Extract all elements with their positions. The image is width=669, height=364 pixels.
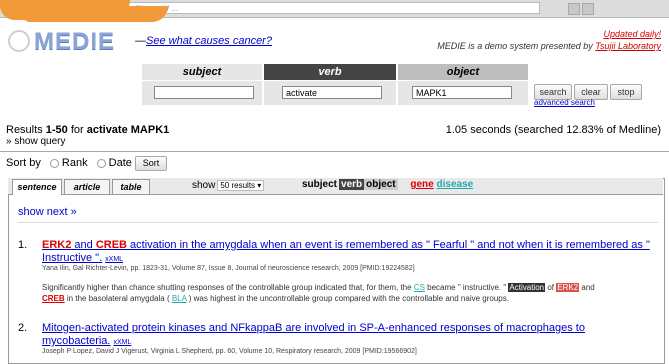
result-number: 1. xyxy=(18,239,28,251)
gene-erk2[interactable]: ERK2 xyxy=(42,239,71,251)
legend-subject: subject xyxy=(300,179,340,190)
color-legend: subject verb object gene disease xyxy=(300,179,473,190)
verb-input[interactable]: activate xyxy=(282,86,382,99)
rank-label: Rank xyxy=(61,157,88,169)
updated-link[interactable]: Updated daily! xyxy=(603,29,661,39)
tab-table[interactable]: table xyxy=(112,179,150,194)
disease-cs[interactable]: CS xyxy=(414,283,425,292)
results-for: for xyxy=(67,124,87,136)
result-number: 2. xyxy=(18,322,28,334)
sort-controls: Sort by Rank Date xyxy=(6,157,132,169)
logo[interactable]: MEDIE xyxy=(34,28,115,56)
results-prefix: Results xyxy=(6,124,46,136)
result-meta: Joseph P Lopez, David J Vigerust, Virgin… xyxy=(42,348,417,355)
snippet-text: Significantly higher than chance shuttin… xyxy=(42,283,414,292)
show-label: show xyxy=(192,180,216,191)
result-title[interactable]: ERK2 and CREB activation in the amygdala… xyxy=(42,239,652,266)
sort-label: Sort by xyxy=(6,157,41,169)
snippet-text: in the basolateral amygdala ( xyxy=(64,294,172,303)
demo-text: MEDIE is a demo system presented by xyxy=(437,41,593,51)
date-radio[interactable] xyxy=(96,158,106,168)
result-meta: Yana Ilin, Gal Richter-Levin, pp. 1823-3… xyxy=(42,265,415,272)
divider xyxy=(18,222,658,223)
show-select-value: 50 results xyxy=(220,181,256,190)
snippet-text: ) was highest in the uncontrollable grou… xyxy=(186,294,509,303)
subject-cell xyxy=(142,81,262,105)
lab-link[interactable]: Tsujii Laboratory xyxy=(595,41,661,51)
cloud-text xyxy=(12,2,16,16)
legend-object: object xyxy=(364,179,398,190)
site-header: MEDIE — See what causes cancer? Updated … xyxy=(0,18,669,58)
advanced-search-link[interactable]: advanced search xyxy=(534,98,595,107)
rank-radio[interactable] xyxy=(49,158,59,168)
result-snippet: Significantly higher than chance shuttin… xyxy=(42,282,652,304)
gene-creb[interactable]: CREB xyxy=(96,239,127,251)
results-query: activate MAPK1 xyxy=(86,124,170,136)
see-what-link[interactable]: See what causes cancer? xyxy=(146,35,272,47)
snippet-text: and xyxy=(579,283,595,292)
title-and: and xyxy=(71,239,96,251)
snippet-text: of xyxy=(545,283,557,292)
cloud-decoration xyxy=(0,0,130,20)
verb-header: verb xyxy=(264,64,396,80)
search-timing: 1.05 seconds (searched 12.83% of Medline… xyxy=(445,124,661,136)
sort-button[interactable]: Sort xyxy=(135,156,167,171)
object-input[interactable]: MAPK1 xyxy=(412,86,512,99)
stop-button[interactable]: stop xyxy=(610,84,642,100)
disease-bla[interactable]: BLA xyxy=(172,294,187,303)
divider xyxy=(0,151,669,152)
toolbar-icon[interactable] xyxy=(568,3,580,15)
subject-header: subject xyxy=(142,64,262,80)
logo-ring-icon xyxy=(8,30,30,52)
toolbar-icon[interactable] xyxy=(582,3,594,15)
demo-note: MEDIE is a demo system presented by Tsuj… xyxy=(437,41,661,51)
object-header: object xyxy=(398,64,528,80)
legend-disease: disease xyxy=(436,179,474,190)
subject-input[interactable] xyxy=(154,86,254,99)
gene-creb-snippet[interactable]: CREB xyxy=(42,294,65,303)
logo-dash: — xyxy=(135,35,146,47)
legend-gene: gene xyxy=(410,179,434,190)
xml-link[interactable]: xXML xyxy=(105,256,123,263)
date-label: Date xyxy=(108,157,132,169)
address-bar[interactable]: ...diaccocgw/ii/acouot/ ... xyxy=(60,2,540,14)
snippet-text: became " instructive. " xyxy=(424,283,509,292)
title-rest: activation in the amygdala when an event… xyxy=(42,239,650,264)
xml-link[interactable]: xXML xyxy=(113,339,131,346)
verb-cell: activate xyxy=(264,81,396,105)
results-range: 1-50 xyxy=(45,124,68,136)
show-next-link[interactable]: show next » xyxy=(18,206,77,218)
show-query-link[interactable]: » show query xyxy=(6,136,65,147)
result-title[interactable]: Mitogen-activated protein kinases and NF… xyxy=(42,322,652,349)
tab-article[interactable]: article xyxy=(64,179,110,194)
show-count: show 50 results ▾ xyxy=(192,180,265,191)
show-select[interactable]: 50 results ▾ xyxy=(217,180,265,191)
legend-verb: verb xyxy=(339,179,365,190)
tab-sentence[interactable]: sentence xyxy=(12,179,62,195)
results-summary: Results 1-50 for activate MAPK1 xyxy=(6,124,169,136)
object-erk2[interactable]: ERK2 xyxy=(556,283,580,292)
verb-activation: Activation xyxy=(508,283,546,292)
object-cell: MAPK1 xyxy=(398,81,528,105)
